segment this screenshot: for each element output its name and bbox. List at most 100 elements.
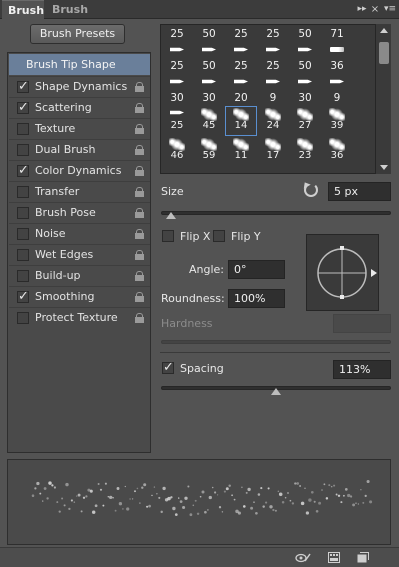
brush-tip-cell[interactable]: 71: [321, 26, 353, 42]
angle-field[interactable]: 0°: [228, 260, 285, 279]
brush-tip-cell[interactable]: 11: [225, 136, 257, 166]
brush-tip-cell[interactable]: [193, 42, 225, 58]
brush-tip-cell[interactable]: 17: [257, 136, 289, 166]
lock-icon[interactable]: [135, 166, 144, 176]
lock-icon[interactable]: [135, 103, 144, 113]
brush-tip-cell[interactable]: 9: [321, 90, 353, 106]
brush-tip-cell[interactable]: [257, 42, 289, 58]
option-checkbox[interactable]: [17, 270, 29, 282]
brush-tip-cell[interactable]: 25: [161, 26, 193, 42]
brush-tip-cell[interactable]: 23: [289, 136, 321, 166]
scroll-up-icon[interactable]: [380, 28, 388, 33]
brush-presets-button[interactable]: Brush Presets: [30, 24, 125, 44]
scroll-down-icon[interactable]: [380, 165, 388, 170]
option-checkbox[interactable]: [17, 207, 29, 219]
reset-size-icon[interactable]: [304, 183, 318, 197]
scrollbar-thumb[interactable]: [379, 42, 389, 64]
spacing-slider-handle[interactable]: [271, 388, 281, 395]
brush-tip-cell[interactable]: [225, 74, 257, 90]
brush-tip-cell[interactable]: 25: [161, 106, 193, 136]
angle-roundness-widget[interactable]: [306, 234, 379, 311]
brush-tip-cell[interactable]: 45: [193, 106, 225, 136]
option-checkbox[interactable]: [17, 228, 29, 240]
lock-icon[interactable]: [135, 208, 144, 218]
lock-icon[interactable]: [135, 187, 144, 197]
brush-tip-cell[interactable]: 14: [225, 106, 257, 136]
brush-tip-cell[interactable]: [257, 74, 289, 90]
brush-tip-cell[interactable]: 50: [289, 26, 321, 42]
lock-icon[interactable]: [135, 229, 144, 239]
brush-tip-cell[interactable]: 24: [257, 106, 289, 136]
brush-grid-scrollbar[interactable]: [375, 24, 391, 174]
brush-tip-cell[interactable]: 20: [225, 90, 257, 106]
close-panel-icon[interactable]: ×: [370, 0, 380, 19]
brush-tip-shape-item[interactable]: Brush Tip Shape: [9, 54, 150, 75]
collapse-panel-icon[interactable]: ▸▸: [355, 0, 369, 19]
brush-tip-cell[interactable]: 36: [321, 58, 353, 74]
lock-icon[interactable]: [135, 292, 144, 302]
brush-tip-cell[interactable]: 30: [193, 90, 225, 106]
size-slider-handle[interactable]: [165, 212, 176, 219]
option-smoothing[interactable]: Smoothing: [9, 286, 150, 307]
brush-tip-cell[interactable]: [321, 74, 353, 90]
lock-icon[interactable]: [135, 145, 144, 155]
size-field[interactable]: 5 px: [328, 182, 391, 201]
option-checkbox[interactable]: [17, 144, 29, 156]
brush-tip-cell[interactable]: [161, 74, 193, 90]
brush-tip-cell[interactable]: 25: [225, 26, 257, 42]
option-texture[interactable]: Texture: [9, 118, 150, 139]
option-checkbox[interactable]: [17, 312, 29, 324]
brush-tip-cell[interactable]: [225, 42, 257, 58]
brush-tip-cell[interactable]: 25: [257, 26, 289, 42]
option-wet-edges[interactable]: Wet Edges: [9, 244, 150, 265]
lock-icon[interactable]: [135, 271, 144, 281]
option-checkbox[interactable]: [17, 186, 29, 198]
brush-tip-cell[interactable]: 39: [321, 106, 353, 136]
panel-menu-icon[interactable]: ▾≡: [381, 0, 399, 19]
lock-icon[interactable]: [135, 124, 144, 134]
roundness-field[interactable]: 100%: [228, 289, 285, 308]
brush-tip-cell[interactable]: [161, 42, 193, 58]
brush-tip-cell[interactable]: [289, 42, 321, 58]
option-brush-pose[interactable]: Brush Pose: [9, 202, 150, 223]
option-shape-dynamics[interactable]: Shape Dynamics: [9, 76, 150, 97]
option-protect-texture[interactable]: Protect Texture: [9, 307, 150, 328]
option-checkbox[interactable]: [17, 163, 29, 178]
lock-icon[interactable]: [135, 313, 144, 323]
open-preset-manager-icon[interactable]: [328, 552, 340, 563]
option-build-up[interactable]: Build-up: [9, 265, 150, 286]
flip-y-checkbox[interactable]: [213, 230, 225, 242]
lock-icon[interactable]: [135, 82, 144, 92]
option-dual-brush[interactable]: Dual Brush: [9, 139, 150, 160]
option-checkbox[interactable]: [17, 100, 29, 115]
brush-tip-cell[interactable]: 27: [289, 106, 321, 136]
brush-tip-grid[interactable]: 25 50 25 25 50 71 25 50 25 25 50 36 30 30 20 9 30 9 25 45 14…: [160, 24, 391, 174]
create-new-brush-icon[interactable]: [357, 552, 369, 563]
option-color-dynamics[interactable]: Color Dynamics: [9, 160, 150, 181]
brush-tip-cell[interactable]: 30: [289, 90, 321, 106]
flip-x-checkbox[interactable]: [162, 230, 174, 242]
lock-icon[interactable]: [135, 250, 144, 260]
brush-tip-cell[interactable]: [321, 42, 353, 58]
brush-tip-cell[interactable]: 50: [193, 58, 225, 74]
brush-tip-cell[interactable]: 30: [161, 90, 193, 106]
brush-tip-cell[interactable]: 25: [161, 58, 193, 74]
size-slider-track[interactable]: [161, 211, 391, 215]
brush-tip-cell[interactable]: 46: [161, 136, 193, 166]
brush-tip-cell[interactable]: 9: [257, 90, 289, 106]
brush-tip-cell[interactable]: 50: [289, 58, 321, 74]
option-transfer[interactable]: Transfer: [9, 181, 150, 202]
brush-tip-cell[interactable]: [193, 74, 225, 90]
brush-tip-cell[interactable]: 36: [321, 136, 353, 166]
option-scattering[interactable]: Scattering: [9, 97, 150, 118]
option-checkbox[interactable]: [17, 289, 29, 304]
tab-brush-presets[interactable]: Brush Presets: [46, 0, 136, 35]
brush-tip-cell[interactable]: 50: [193, 26, 225, 42]
spacing-checkbox[interactable]: [162, 360, 174, 375]
option-checkbox[interactable]: [17, 79, 29, 94]
brush-tip-cell[interactable]: 25: [257, 58, 289, 74]
tab-brush[interactable]: Brush: [2, 0, 44, 19]
spacing-field[interactable]: 113%: [333, 360, 391, 379]
option-noise[interactable]: Noise: [9, 223, 150, 244]
toggle-live-tip-preview-icon[interactable]: [295, 552, 311, 563]
